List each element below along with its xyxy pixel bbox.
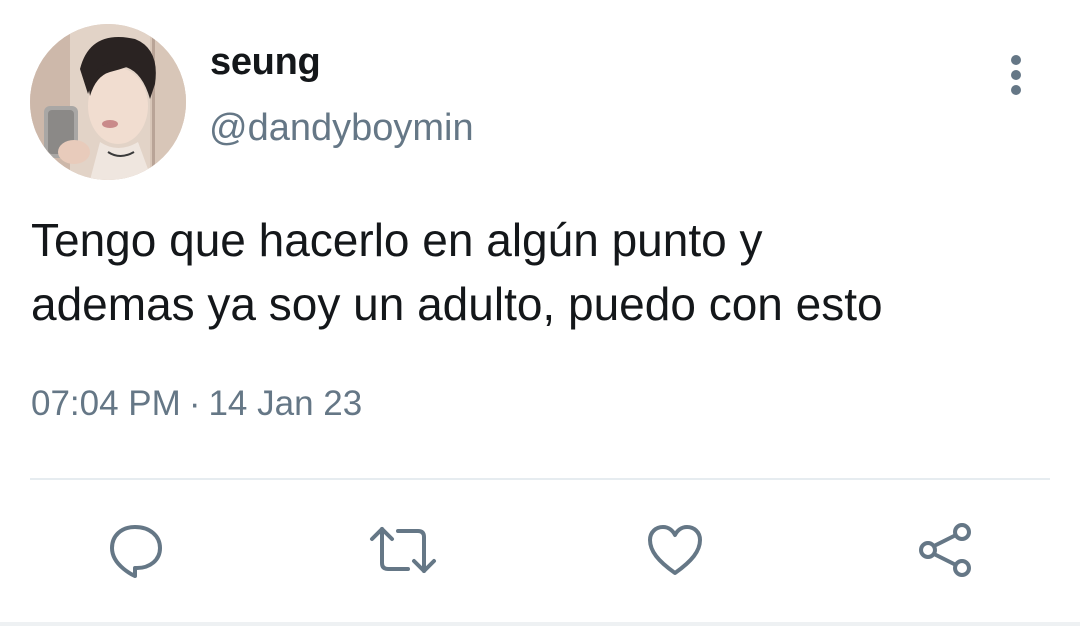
share-button[interactable] bbox=[910, 515, 980, 585]
meta-separator: · bbox=[188, 384, 201, 423]
heart-icon bbox=[648, 525, 702, 575]
share-icon bbox=[919, 523, 971, 577]
tweet-date: 14 Jan 23 bbox=[208, 384, 363, 423]
reply-icon bbox=[110, 525, 162, 578]
more-vertical-icon bbox=[1011, 55, 1021, 95]
reply-button[interactable] bbox=[100, 515, 170, 585]
bottom-divider bbox=[0, 622, 1080, 626]
tweet-card: seung @dandyboymin Tengo que hacerlo en … bbox=[0, 0, 1080, 642]
tweet-time: 07:04 PM bbox=[31, 384, 181, 423]
avatar-photo bbox=[30, 24, 186, 180]
like-button[interactable] bbox=[640, 515, 710, 585]
tweet-timestamp[interactable]: 07:04 PM · 14 Jan 23 bbox=[31, 380, 362, 428]
retweet-icon bbox=[370, 527, 436, 573]
tweet-text: Tengo que hacerlo en algún punto y adema… bbox=[31, 214, 883, 330]
divider bbox=[30, 478, 1050, 480]
avatar[interactable] bbox=[30, 24, 186, 180]
more-options-button[interactable] bbox=[996, 50, 1036, 100]
user-handle[interactable]: @dandyboymin bbox=[209, 104, 474, 152]
retweet-button[interactable] bbox=[368, 515, 438, 585]
display-name[interactable]: seung bbox=[210, 38, 321, 86]
